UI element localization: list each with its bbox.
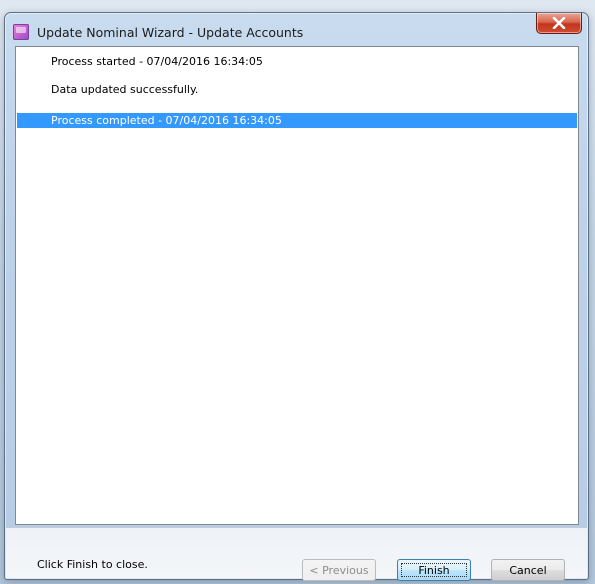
log-line-completed[interactable]: Process completed - 07/04/2016 16:34:05 — [17, 113, 577, 128]
previous-button[interactable]: < Previous — [302, 559, 376, 581]
window-title: Update Nominal Wizard - Update Accounts — [37, 25, 304, 40]
title-bar[interactable]: Update Nominal Wizard - Update Accounts — [5, 13, 588, 45]
log-line-started[interactable]: Process started - 07/04/2016 16:34:05 — [17, 54, 577, 69]
finish-button-label: Finish — [418, 563, 450, 577]
finish-button[interactable]: Finish — [397, 559, 471, 581]
footer-instruction: Click Finish to close. — [37, 558, 148, 571]
wizard-app-icon — [13, 24, 29, 40]
log-line-updated[interactable]: Data updated successfully. — [17, 82, 577, 97]
cancel-button[interactable]: Cancel — [491, 559, 565, 581]
close-icon — [552, 17, 566, 29]
wizard-footer: Click Finish to close. < Previous Finish… — [6, 527, 587, 581]
close-button[interactable] — [536, 13, 582, 34]
wizard-window: Update Nominal Wizard - Update Accounts … — [4, 12, 589, 581]
process-log-list[interactable]: Process started - 07/04/2016 16:34:05 Da… — [15, 46, 579, 525]
